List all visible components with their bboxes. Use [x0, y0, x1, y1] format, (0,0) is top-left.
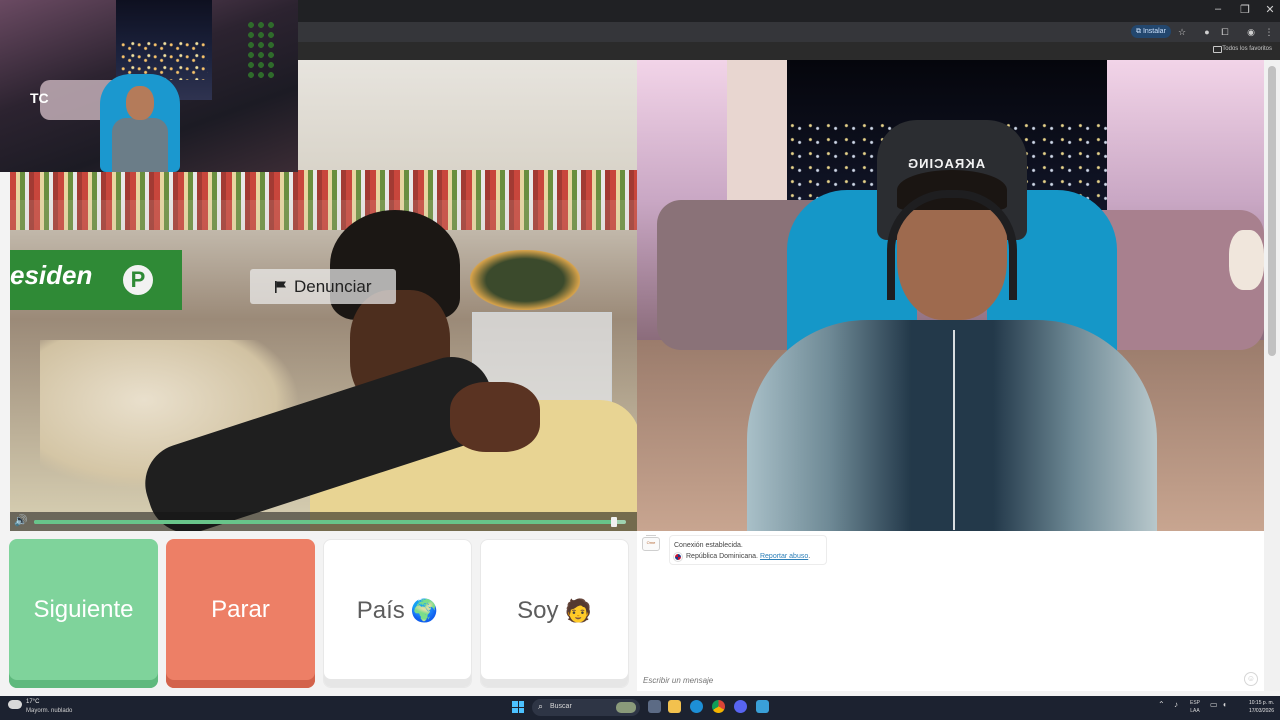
globe-icon: 🌍: [410, 598, 439, 623]
streamer-webcam: TC: [0, 0, 298, 172]
stranger-country: República Dominicana.: [686, 553, 758, 560]
microphone-icon[interactable]: ♪: [1174, 700, 1178, 709]
progress-handle[interactable]: [611, 517, 618, 527]
page-scrollbar[interactable]: [1264, 60, 1280, 691]
stop-label: Parar: [211, 596, 270, 623]
puzzle-icon[interactable]: ⧠: [1218, 25, 1232, 39]
webcam-plant: [246, 20, 276, 80]
dominican-flag-icon: [673, 551, 683, 562]
profile-avatar-icon[interactable]: ◉: [1244, 25, 1258, 39]
extension-icon[interactable]: ●: [1200, 25, 1214, 39]
progress-track[interactable]: [34, 517, 626, 527]
weather-temperature[interactable]: 17°C: [26, 699, 39, 705]
report-abuse-link[interactable]: Reportar abuso: [760, 551, 808, 562]
network-icon[interactable]: ▭: [1210, 700, 1218, 709]
install-button[interactable]: ⧉ Instalar: [1131, 25, 1171, 38]
app-icon[interactable]: [756, 700, 769, 713]
restore-icon[interactable]: ❐: [1232, 3, 1258, 16]
stop-button[interactable]: Parar: [166, 539, 315, 688]
install-label: Instalar: [1142, 28, 1166, 35]
task-view-icon[interactable]: [648, 700, 661, 713]
install-icon: ⧉: [1136, 28, 1141, 35]
taskbar-search[interactable]: ⌕ Buscar: [532, 699, 640, 716]
video-controls: 🔊: [10, 512, 637, 531]
chrome-icon[interactable]: [712, 700, 725, 713]
omegle-logo-icon: Ome: [642, 535, 660, 551]
volume-tray-icon[interactable]: ◖: [1222, 700, 1227, 709]
store-sign-text: esiden: [10, 260, 93, 290]
bookmark-star-icon[interactable]: ☆: [1175, 25, 1189, 39]
emoji-icon[interactable]: ☺: [1244, 672, 1258, 686]
edge-icon[interactable]: [690, 700, 703, 713]
search-icon: ⌕: [538, 701, 544, 711]
self-video: AKRACING: [637, 60, 1264, 531]
self-person: [717, 170, 1157, 531]
menu-kebab-icon[interactable]: ⋮: [1262, 25, 1276, 39]
discord-icon[interactable]: [734, 700, 747, 713]
stranger-hand: [450, 382, 540, 452]
windows-start-icon[interactable]: [512, 701, 524, 713]
close-icon[interactable]: ✕: [1257, 3, 1280, 16]
next-label: Siguiente: [33, 596, 134, 623]
weather-description[interactable]: Mayorm. nublado: [26, 708, 72, 714]
country-button[interactable]: País 🌍: [323, 539, 472, 688]
country-label: País: [356, 597, 405, 624]
gender-label: Soy: [517, 597, 559, 624]
language-code: ESP: [1190, 700, 1201, 706]
store-shelf: [10, 170, 637, 200]
webcam-person: [112, 84, 168, 172]
chair-brand-text: AKRACING: [907, 156, 986, 171]
language-indicator[interactable]: ESP LAA: [1190, 699, 1200, 715]
search-label: Buscar: [550, 703, 572, 710]
bookmarks-bar: Todos los favoritos: [298, 42, 1280, 60]
store-sign-badge: P: [120, 262, 156, 298]
clock-time: 10:15 p. m.: [1248, 700, 1274, 706]
person-icon: 🧑: [564, 598, 592, 623]
scrollbar-thumb[interactable]: [1268, 66, 1276, 356]
folder-icon: [1213, 46, 1222, 53]
windows-taskbar: 17°C Mayorm. nublado ⌕ Buscar ⌃ ♪ ESP LA…: [0, 696, 1280, 720]
clock-date: 17/03/2026: [1248, 708, 1274, 714]
search-highlight-icon: [616, 702, 636, 713]
report-period: .: [808, 553, 811, 560]
gender-button[interactable]: Soy 🧑: [480, 539, 629, 688]
tray-chevron-icon[interactable]: ⌃: [1158, 700, 1165, 709]
report-label: Denunciar: [294, 277, 372, 296]
report-button[interactable]: Denunciar: [250, 269, 396, 304]
screen: – ❐ ✕ ⧉ Instalar ☆ ● ⧠ ◉ ⋮ Todos los fav…: [0, 0, 1280, 720]
connection-status: Conexión establecida.: [674, 542, 743, 549]
teddy-bear: [1229, 230, 1264, 290]
minimize-icon[interactable]: –: [1205, 3, 1231, 15]
all-bookmarks-link[interactable]: Todos los favoritos: [1222, 46, 1272, 52]
chat-message-input[interactable]: [643, 673, 1203, 687]
file-explorer-icon[interactable]: [668, 700, 681, 713]
next-button[interactable]: Siguiente: [9, 539, 158, 688]
progress-fill: [34, 520, 615, 524]
cloud-icon[interactable]: [8, 700, 22, 709]
keyboard-layout: LAA: [1190, 708, 1200, 714]
chat-panel: Ome Conexión establecida. República Domi…: [637, 531, 1264, 691]
volume-icon[interactable]: 🔊: [14, 515, 28, 528]
webcam-neon-text: TC: [30, 90, 49, 106]
flag-icon: [275, 281, 286, 293]
system-message: Conexión establecida. República Dominica…: [669, 535, 827, 565]
headphones: [887, 190, 1017, 300]
system-clock[interactable]: 10:15 p. m. 17/03/2026: [1236, 699, 1274, 715]
